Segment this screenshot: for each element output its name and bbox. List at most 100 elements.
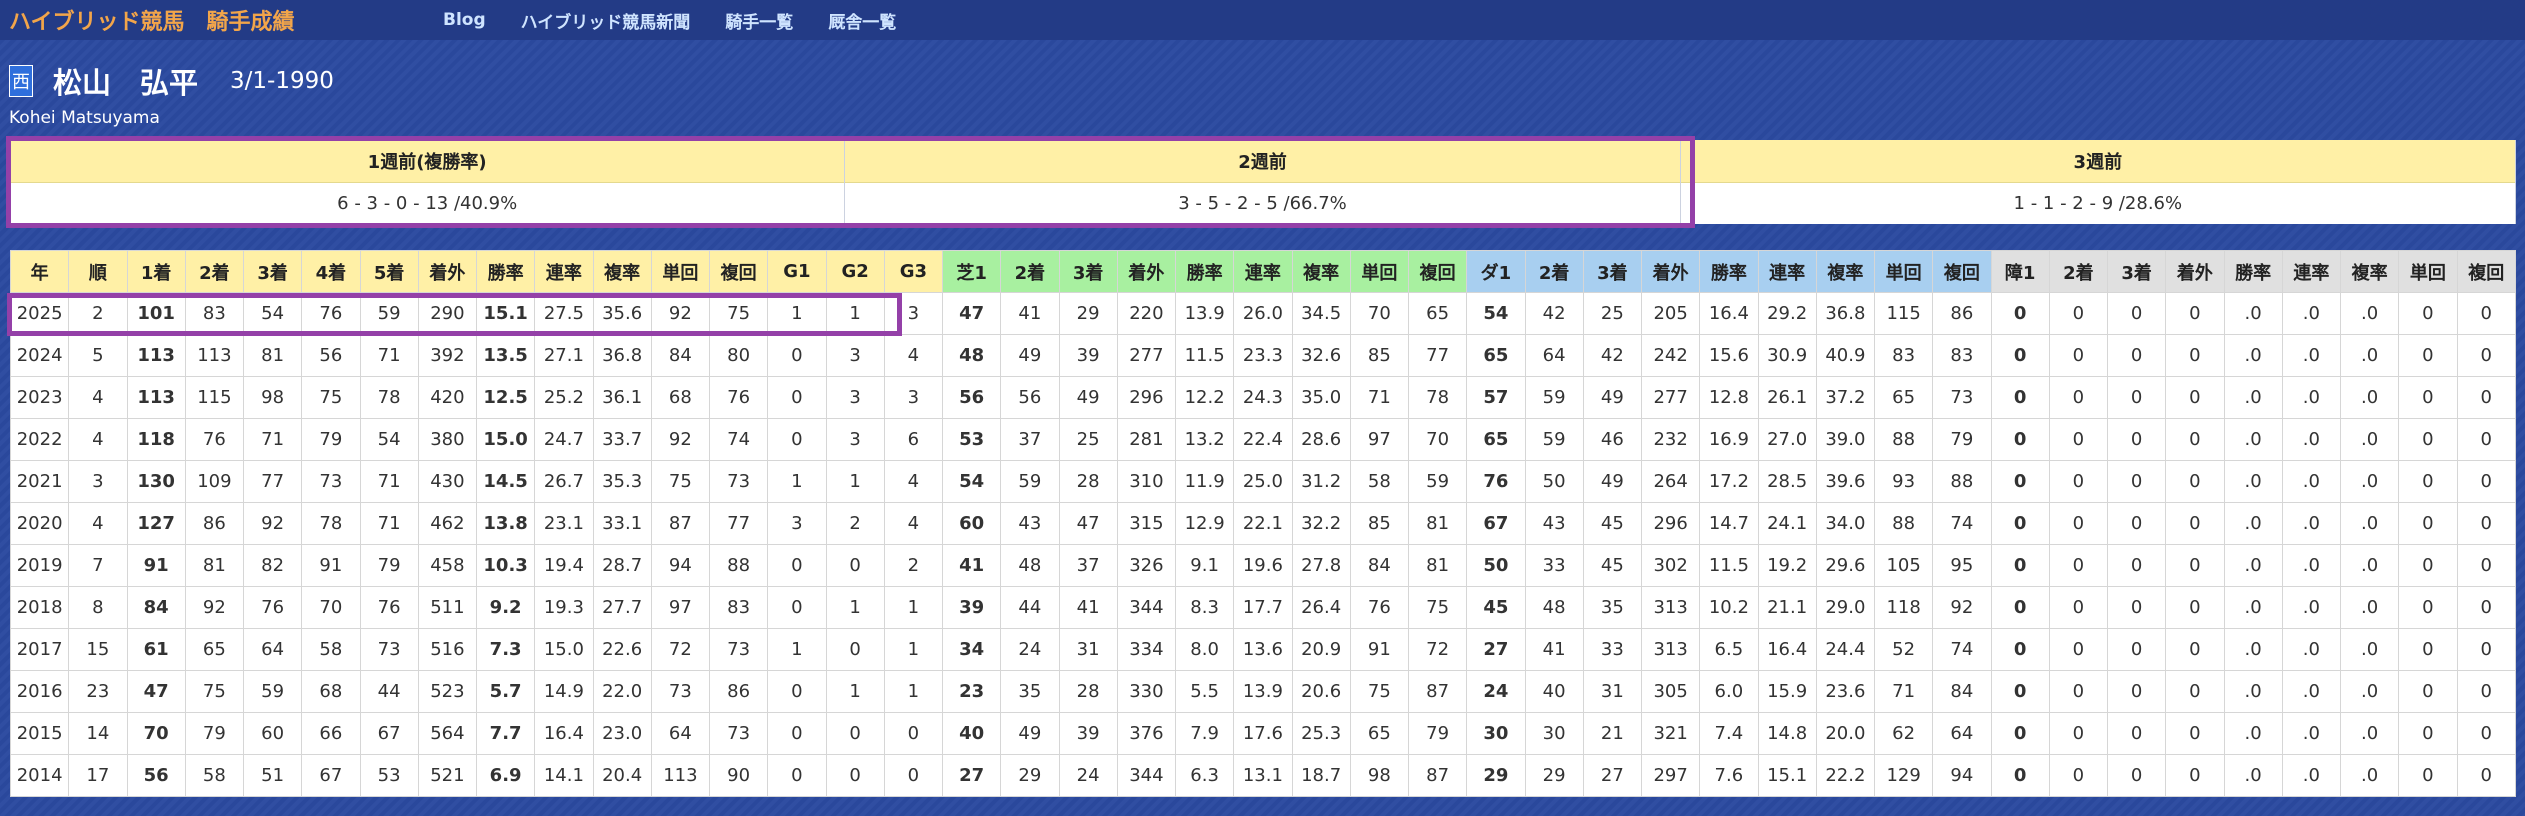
column-header: 障1 <box>1990 250 2050 293</box>
table-cell: 53 <box>359 754 419 797</box>
table-cell: .0 <box>2281 418 2342 461</box>
table-cell: 15.1 <box>475 292 536 335</box>
table-cell: 98 <box>1349 754 1410 797</box>
table-cell: 64 <box>242 628 303 671</box>
table-cell: 39.6 <box>1815 460 1876 503</box>
table-cell: 1 <box>767 460 827 503</box>
table-header-row: 年順 1着 2着 3着 4着 5着 着外 勝率 連率 複率 単回 複回 G1 G2 G3 芝1 2着 3着 着外 勝率… <box>9 250 2516 293</box>
table-cell: 113 <box>184 334 245 377</box>
table-cell: 0 <box>2398 502 2458 545</box>
table-cell: 83 <box>708 586 769 629</box>
table-cell: .0 <box>2339 334 2400 377</box>
table-cell: 39 <box>1058 712 1118 755</box>
table-cell: 73 <box>301 460 361 503</box>
table-cell: 76 <box>301 292 361 335</box>
table-cell: 0 <box>2456 460 2516 503</box>
table-cell: 277 <box>1116 334 1177 377</box>
table-cell: .0 <box>2281 334 2342 377</box>
table-cell: 88 <box>1873 418 1934 461</box>
table-cell: 7.6 <box>1699 754 1759 797</box>
column-header: 年 <box>9 250 70 293</box>
table-cell: 81 <box>242 334 303 377</box>
table-cell: 78 <box>301 502 361 545</box>
table-cell: 68 <box>650 376 711 419</box>
table-cell: 2014 <box>9 754 70 797</box>
table-cell: 23.0 <box>592 712 652 755</box>
column-header: 勝率 <box>2223 250 2283 293</box>
region-badge: 西 <box>9 65 33 97</box>
table-cell: 73 <box>359 628 419 671</box>
nav-link-stable-list[interactable]: 厩舎一覧 <box>828 8 896 33</box>
table-cell: 33 <box>1524 544 1584 587</box>
table-cell: 101 <box>126 292 186 335</box>
table-cell: 118 <box>126 418 186 461</box>
table-cell: 70 <box>301 586 361 629</box>
table-cell: 34.5 <box>1291 292 1351 335</box>
table-cell: 564 <box>417 712 478 755</box>
table-cell: 2025 <box>9 292 70 335</box>
table-cell: 113 <box>126 376 186 419</box>
table-cell: 0 <box>1990 502 2050 545</box>
table-cell: 7.3 <box>475 628 536 671</box>
site-title[interactable]: ハイブリッド競馬 騎手成績 <box>9 4 429 36</box>
table-cell: .0 <box>2223 376 2283 419</box>
table-cell: 22.4 <box>1233 418 1293 461</box>
table-cell: 42 <box>1524 292 1584 335</box>
table-cell: .0 <box>2223 586 2283 629</box>
column-header: 連率 <box>1757 250 1817 293</box>
table-cell: 80 <box>708 334 769 377</box>
table-cell: 32.2 <box>1291 502 1351 545</box>
table-cell: 0 <box>1990 712 2050 755</box>
column-header: 3着 <box>2106 250 2167 293</box>
table-cell: 8.3 <box>1174 586 1235 629</box>
table-cell: 44 <box>1000 586 1060 629</box>
table-cell: 0 <box>2398 586 2458 629</box>
table-cell: 72 <box>650 628 711 671</box>
table-cell: 19.3 <box>534 586 594 629</box>
table-cell: 18.7 <box>1291 754 1351 797</box>
table-cell: 0 <box>2456 628 2516 671</box>
table-cell: 0 <box>2106 544 2167 587</box>
table-cell: 93 <box>1873 460 1934 503</box>
table-cell: 16.9 <box>1699 418 1759 461</box>
table-row: 2018 8 84 92 76 70 76 511 9.2 19.3 27.7 97 83 0 1 1 39 44… <box>9 586 2516 629</box>
table-cell: 97 <box>1349 418 1410 461</box>
nav-link-newspaper[interactable]: ハイブリッド競馬新聞 <box>521 8 691 33</box>
table-cell: 62 <box>1873 712 1934 755</box>
table-cell: 113 <box>126 334 186 377</box>
table-cell: 87 <box>1407 670 1468 713</box>
table-cell: 67 <box>301 754 361 797</box>
table-cell: 1 <box>883 670 944 713</box>
table-cell: 0 <box>2106 670 2167 713</box>
table-cell: .0 <box>2281 376 2342 419</box>
table-cell: 29 <box>1058 292 1118 335</box>
table-cell: 37.2 <box>1815 376 1876 419</box>
table-cell: 13.1 <box>1233 754 1293 797</box>
table-cell: 21.1 <box>1757 586 1817 629</box>
table-cell: 0 <box>2106 502 2167 545</box>
table-cell: .0 <box>2223 712 2283 755</box>
table-cell: 79 <box>359 544 419 587</box>
table-cell: 0 <box>767 376 827 419</box>
table-row: 2015 14 70 79 60 66 67 564 7.7 16.4 23.0 64 73 0 0 0 40 4… <box>9 712 2516 755</box>
table-cell: 27.7 <box>592 586 652 629</box>
column-header: 着外 <box>1116 250 1177 293</box>
table-cell: 313 <box>1640 586 1701 629</box>
table-cell: 41 <box>941 544 1002 587</box>
table-cell: 88 <box>1932 460 1992 503</box>
table-cell: 0 <box>2048 418 2109 461</box>
table-cell: 34.0 <box>1815 502 1876 545</box>
table-cell: 1 <box>883 586 944 629</box>
table-cell: 97 <box>650 586 711 629</box>
table-cell: 4 <box>883 460 944 503</box>
column-header: 複率 <box>1815 250 1876 293</box>
table-cell: 113 <box>650 754 711 797</box>
column-header: 芝1 <box>941 250 1002 293</box>
nav-link-blog[interactable]: Blog <box>443 10 486 30</box>
table-cell: 94 <box>650 544 711 587</box>
nav-link-jockey-list[interactable]: 騎手一覧 <box>725 8 793 33</box>
table-cell: .0 <box>2339 544 2400 587</box>
table-cell: .0 <box>2339 292 2400 335</box>
table-cell: 0 <box>767 544 827 587</box>
table-cell: 1 <box>825 460 885 503</box>
